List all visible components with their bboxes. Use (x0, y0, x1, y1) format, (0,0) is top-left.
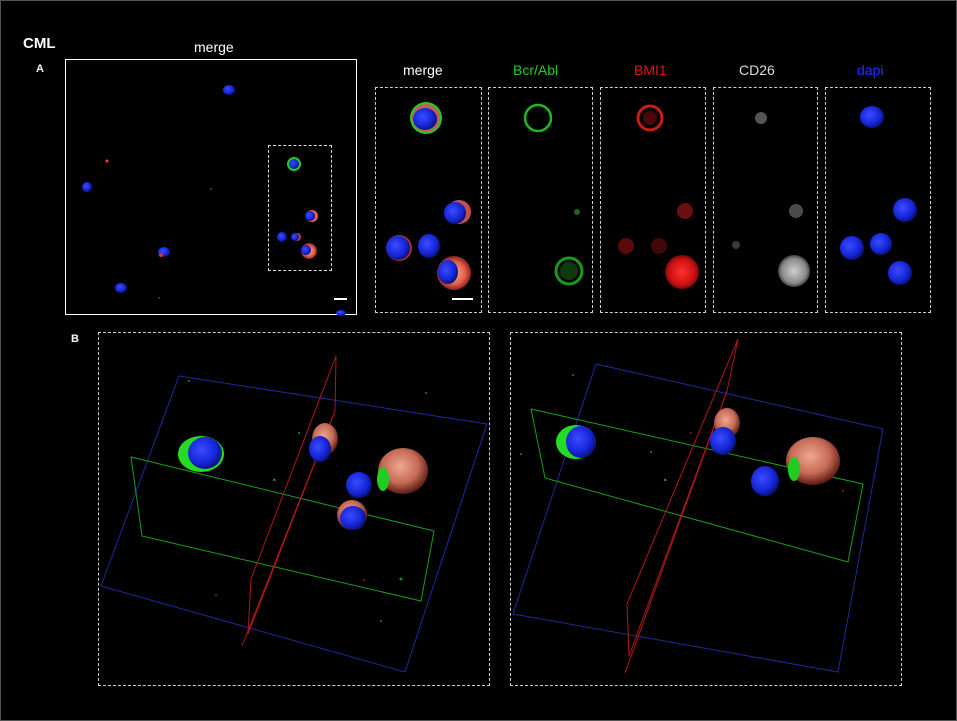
bcr-abl-crop-cells (523, 103, 584, 286)
render-3d-left-scene: ˄ (100, 355, 488, 673)
bmi1-crop-cells (618, 104, 699, 289)
cd26-crop-cells (732, 112, 810, 287)
merge-crop-cells (386, 102, 471, 290)
svg-text:˄: ˄ (663, 479, 668, 489)
dapi-crop-cells (840, 106, 917, 285)
microscopy-figure: CML A B merge merge Bcr/Abl BMI1 CD26 da… (0, 0, 957, 721)
render-3d-right-scene: ˄ (512, 338, 884, 674)
svg-text:˄: ˄ (272, 479, 277, 489)
cell-imagery: ˄ ˄ (82, 85, 917, 674)
overview-cells (82, 85, 346, 316)
